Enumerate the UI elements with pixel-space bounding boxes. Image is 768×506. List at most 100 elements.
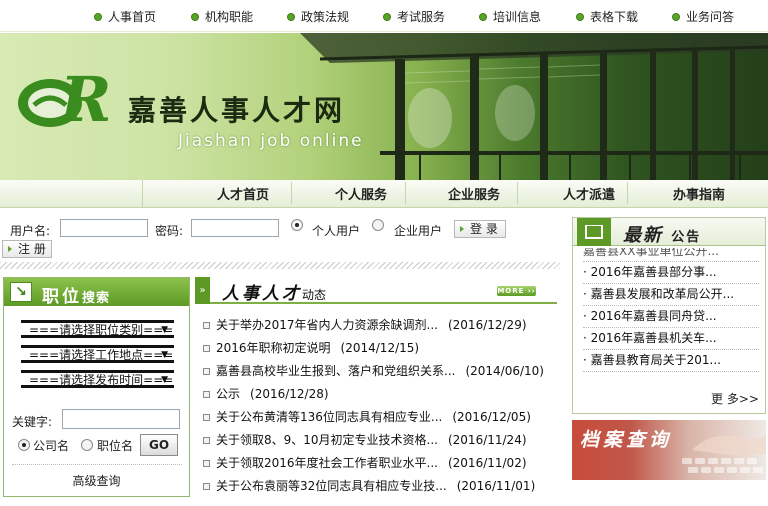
notice-title: 最新 公告: [623, 225, 702, 246]
keyword-label: 关键字:: [12, 415, 53, 429]
notice-item[interactable]: · 2016年嘉善县机关车...: [583, 328, 759, 350]
top-nav-item-faq[interactable]: 业务问答: [672, 8, 734, 26]
hr-news-header: » 人事人才动态 MORE ››: [195, 277, 557, 304]
main-nav-talent-dispatch[interactable]: 人才派遣: [563, 184, 615, 203]
position-name-radio[interactable]: [81, 439, 93, 451]
news-list: 关于举办2017年省内人力资源余缺调剂... (2016/12/29) 2016年…: [203, 316, 553, 500]
job-category-select[interactable]: ===请选择职位类别=== ▼: [21, 320, 174, 338]
bullet-icon: [576, 13, 584, 21]
site-banner: R 嘉善人事人才网 Jiashan job online: [0, 33, 768, 180]
username-input[interactable]: [60, 219, 148, 237]
login-form: 用户名: 密码: 个人用户 企业用户 登 录 注 册: [0, 214, 560, 262]
news-item[interactable]: 关于举办2017年省内人力资源余缺调剂... (2016/12/29): [203, 316, 553, 339]
notice-header: 最新 公告: [573, 218, 765, 246]
hatched-divider: [0, 262, 560, 269]
company-user-radio[interactable]: [372, 219, 384, 231]
news-item[interactable]: 2016年职称初定说明 (2014/12/15): [203, 339, 553, 362]
site-title: 嘉善人事人才网: [128, 94, 346, 127]
bullet-icon: [203, 460, 210, 467]
notice-item[interactable]: · 嘉善县发展和改革局公开...: [583, 284, 759, 306]
top-nav-item-organization[interactable]: 机构职能: [191, 8, 253, 26]
hr-news-panel: » 人事人才动态 MORE ›› 关于举办2017年省内人力资源余缺调剂...(…: [195, 277, 557, 502]
main-nav: 人才首页 个人服务 企业服务 人才派遣 办事指南: [0, 180, 768, 208]
notice-item[interactable]: 嘉善县XX事业单位公开...: [583, 248, 759, 262]
company-name-radio[interactable]: [18, 439, 30, 451]
login-button[interactable]: 登 录: [454, 220, 506, 238]
bullet-icon: [203, 345, 210, 352]
top-nav-item-training[interactable]: 培训信息: [479, 8, 541, 26]
main-nav-enterprise-service[interactable]: 企业服务: [448, 184, 500, 203]
dropdown-arrow-icon: ▼: [161, 375, 168, 385]
notice-item[interactable]: · 嘉善县教育局关于201...: [583, 350, 759, 372]
double-chevron-icon: »: [195, 277, 210, 304]
news-item[interactable]: 关于领取2016年度社会工作者职业水平... (2016/11/02): [203, 454, 553, 477]
notice-item[interactable]: · 2016年嘉善县同舟贷...: [583, 306, 759, 328]
latest-notice-panel: 最新 公告 嘉善县XX事业单位公开... · 2016年嘉善县部分事... · …: [572, 217, 766, 414]
dropdown-arrow-icon: ▼: [161, 325, 168, 335]
register-button[interactable]: 注 册: [2, 240, 52, 258]
news-item[interactable]: 嘉善县高校毕业生报到、落户和党组织关系... (2014/06/10): [203, 362, 553, 385]
company-user-label: 企业用户: [394, 224, 443, 238]
bullet-icon: [203, 437, 210, 444]
news-item[interactable]: 关于领取8、9、10月初定专业技术资格... (2016/11/24): [203, 431, 553, 454]
divider: [12, 464, 182, 465]
site-subtitle: Jiashan job online: [178, 131, 364, 151]
bullet-icon: [191, 13, 199, 21]
arrow-right-icon: [460, 226, 464, 232]
top-nav-item-forms[interactable]: 表格下载: [576, 8, 638, 26]
position-name-label: 职位名: [97, 439, 134, 453]
nav-divider: [291, 182, 292, 204]
nav-divider: [517, 182, 518, 204]
bullet-icon: [287, 13, 295, 21]
work-location-select[interactable]: ===请选择工作地点=== ▼: [21, 345, 174, 363]
main-nav-personal-service[interactable]: 个人服务: [335, 184, 387, 203]
arrow-right-icon: [8, 246, 12, 252]
username-label: 用户名:: [10, 224, 51, 238]
personal-user-label: 个人用户: [312, 224, 361, 238]
bullet-icon: [203, 414, 210, 421]
book-icon: [577, 218, 611, 246]
bullet-icon: [203, 483, 210, 490]
hr-news-title: 人事人才动态: [222, 284, 327, 304]
news-more-button[interactable]: MORE ››: [497, 286, 536, 296]
bullet-icon: [672, 13, 680, 21]
bullet-icon: [203, 391, 210, 398]
top-nav-item-exam[interactable]: 考试服务: [383, 8, 445, 26]
top-nav: 人事首页 机构职能 政策法规 考试服务 培训信息 表格下载 业务问答: [0, 0, 768, 32]
dropdown-arrow-icon: ▼: [161, 350, 168, 360]
bullet-icon: [203, 322, 210, 329]
nav-divider: [405, 182, 406, 204]
company-name-label: 公司名: [33, 439, 70, 453]
top-nav-item-hr-home[interactable]: 人事首页: [94, 8, 156, 26]
notice-list: 嘉善县XX事业单位公开... · 2016年嘉善县部分事... · 嘉善县发展和…: [583, 248, 759, 372]
site-logo: R: [18, 63, 112, 133]
keyword-input[interactable]: [62, 409, 180, 429]
job-search-header: ↘ 职位搜索: [4, 278, 189, 307]
main-nav-talent-home[interactable]: 人才首页: [217, 184, 269, 203]
main-nav-guide[interactable]: 办事指南: [673, 184, 725, 203]
archive-query-title: 档案查询: [580, 429, 673, 451]
arrow-down-right-icon: ↘: [10, 282, 32, 302]
notice-more-link[interactable]: 更 多>>: [711, 390, 759, 407]
main-nav-tabbar: 人才首页 个人服务 企业服务 人才派遣 办事指南: [142, 180, 768, 208]
bullet-icon: [383, 13, 391, 21]
job-search-title: 职位搜索: [42, 287, 111, 307]
password-input[interactable]: [191, 219, 279, 237]
bullet-icon: [94, 13, 102, 21]
password-label: 密码:: [155, 224, 184, 238]
go-button[interactable]: GO: [140, 434, 178, 456]
job-search-panel: ↘ 职位搜索 ===请选择职位类别=== ▼ ===请选择工作地点=== ▼ ===…: [3, 277, 190, 497]
news-item[interactable]: 关于公布袁丽等32位同志具有相应专业技... (2016/11/01): [203, 477, 553, 500]
publish-time-select[interactable]: ===请选择发布时间=== ▼: [21, 370, 174, 388]
nav-divider: [627, 182, 628, 204]
news-item[interactable]: 公示 (2016/12/28): [203, 385, 553, 408]
archive-query-banner[interactable]: 档案查询: [572, 420, 766, 480]
svg-text:R: R: [58, 63, 112, 133]
top-nav-item-policy[interactable]: 政策法规: [287, 8, 349, 26]
news-item[interactable]: 关于公布黄清等136位同志具有相应专业... (2016/12/05): [203, 408, 553, 431]
bullet-icon: [479, 13, 487, 21]
personal-user-radio[interactable]: [291, 219, 303, 231]
notice-item[interactable]: · 2016年嘉善县部分事...: [583, 262, 759, 284]
bullet-icon: [203, 368, 210, 375]
advanced-search-link[interactable]: 高级查询: [4, 472, 189, 489]
